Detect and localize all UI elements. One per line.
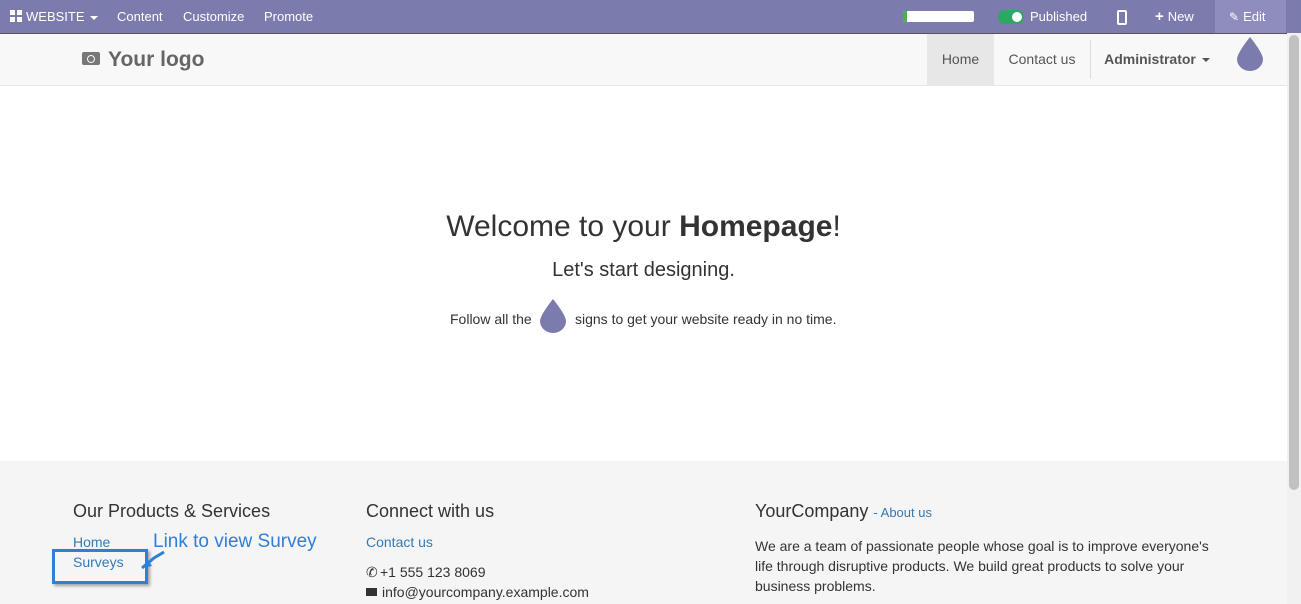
about-text: We are a team of passionate people whose… <box>755 538 1209 594</box>
about-us-link[interactable]: - About us <box>873 505 932 520</box>
logo-text: Your logo <box>108 48 205 71</box>
envelope-icon <box>366 588 377 597</box>
footer-email: info@yourcompany.example.com <box>366 584 589 600</box>
site-logo[interactable]: Your logo <box>82 47 204 73</box>
pencil-icon: ✎ <box>1229 10 1240 24</box>
site-header: Your logo Home Contact us Administrator <box>0 33 1287 86</box>
nav-home[interactable]: Home <box>927 34 994 85</box>
nav-divider <box>1090 40 1091 79</box>
toggle-knob <box>1012 12 1022 22</box>
phone-icon: ✆ <box>366 564 378 580</box>
administrator-label: Administrator <box>1104 51 1196 67</box>
customize-menu[interactable]: Customize <box>183 0 244 33</box>
nav-administrator[interactable]: Administrator <box>1092 34 1222 85</box>
edit-label: Edit <box>1243 9 1266 24</box>
droplet-hint-icon[interactable] <box>1235 36 1265 72</box>
promote-menu[interactable]: Promote <box>264 0 313 33</box>
email-text: info@yourcompany.example.com <box>382 584 589 600</box>
hero-follow-before: Follow all the <box>450 311 532 327</box>
company-heading: YourCompany - About us <box>755 501 932 522</box>
annotation-highlight-box <box>52 549 148 584</box>
progress-fill <box>903 11 907 22</box>
website-admin-bar: WEBSITE Content Customize Promote Publis… <box>0 0 1301 33</box>
camera-icon <box>82 51 100 65</box>
phone-text: +1 555 123 8069 <box>380 564 486 580</box>
footer-phone: ✆ +1 555 123 8069 <box>366 564 486 581</box>
connect-heading: Connect with us <box>366 501 495 521</box>
scrollbar-thumb[interactable] <box>1289 35 1299 490</box>
published-label[interactable]: Published <box>1030 0 1087 33</box>
new-label: New <box>1167 9 1194 24</box>
caret-down-icon <box>89 15 98 20</box>
caret-down-icon <box>1201 58 1210 63</box>
droplet-hint-icon <box>538 298 568 334</box>
new-button[interactable]: + New <box>1155 0 1194 33</box>
published-toggle[interactable] <box>998 10 1024 24</box>
company-name: YourCompany <box>755 501 869 521</box>
annotation-label: Link to view Survey <box>153 531 317 552</box>
footer-link-contact[interactable]: Contact us <box>366 534 433 550</box>
plus-icon: + <box>1155 8 1164 25</box>
edit-button[interactable]: ✎ Edit <box>1215 0 1286 33</box>
website-menu[interactable]: WEBSITE <box>10 0 98 33</box>
hero-title-suffix: ! <box>832 210 841 243</box>
content-menu[interactable]: Content <box>117 0 163 33</box>
hero-title-prefix: Welcome to your <box>446 210 680 243</box>
website-menu-label: WEBSITE <box>26 9 85 24</box>
mobile-icon <box>1117 10 1127 26</box>
hero-title-bold: Homepage <box>679 210 833 243</box>
hero-title: Welcome to your Homepage! <box>0 210 1287 244</box>
hero-follow-after: signs to get your website ready in no ti… <box>575 311 837 327</box>
apps-grid-icon <box>10 9 22 22</box>
hero-subtitle: Let's start designing. <box>552 259 735 281</box>
footer-link-home[interactable]: Home <box>73 534 110 550</box>
nav-contact-us[interactable]: Contact us <box>994 34 1090 85</box>
mobile-preview-button[interactable] <box>1117 0 1127 33</box>
products-heading: Our Products & Services <box>73 501 271 521</box>
website-progress-bar[interactable] <box>903 11 974 22</box>
